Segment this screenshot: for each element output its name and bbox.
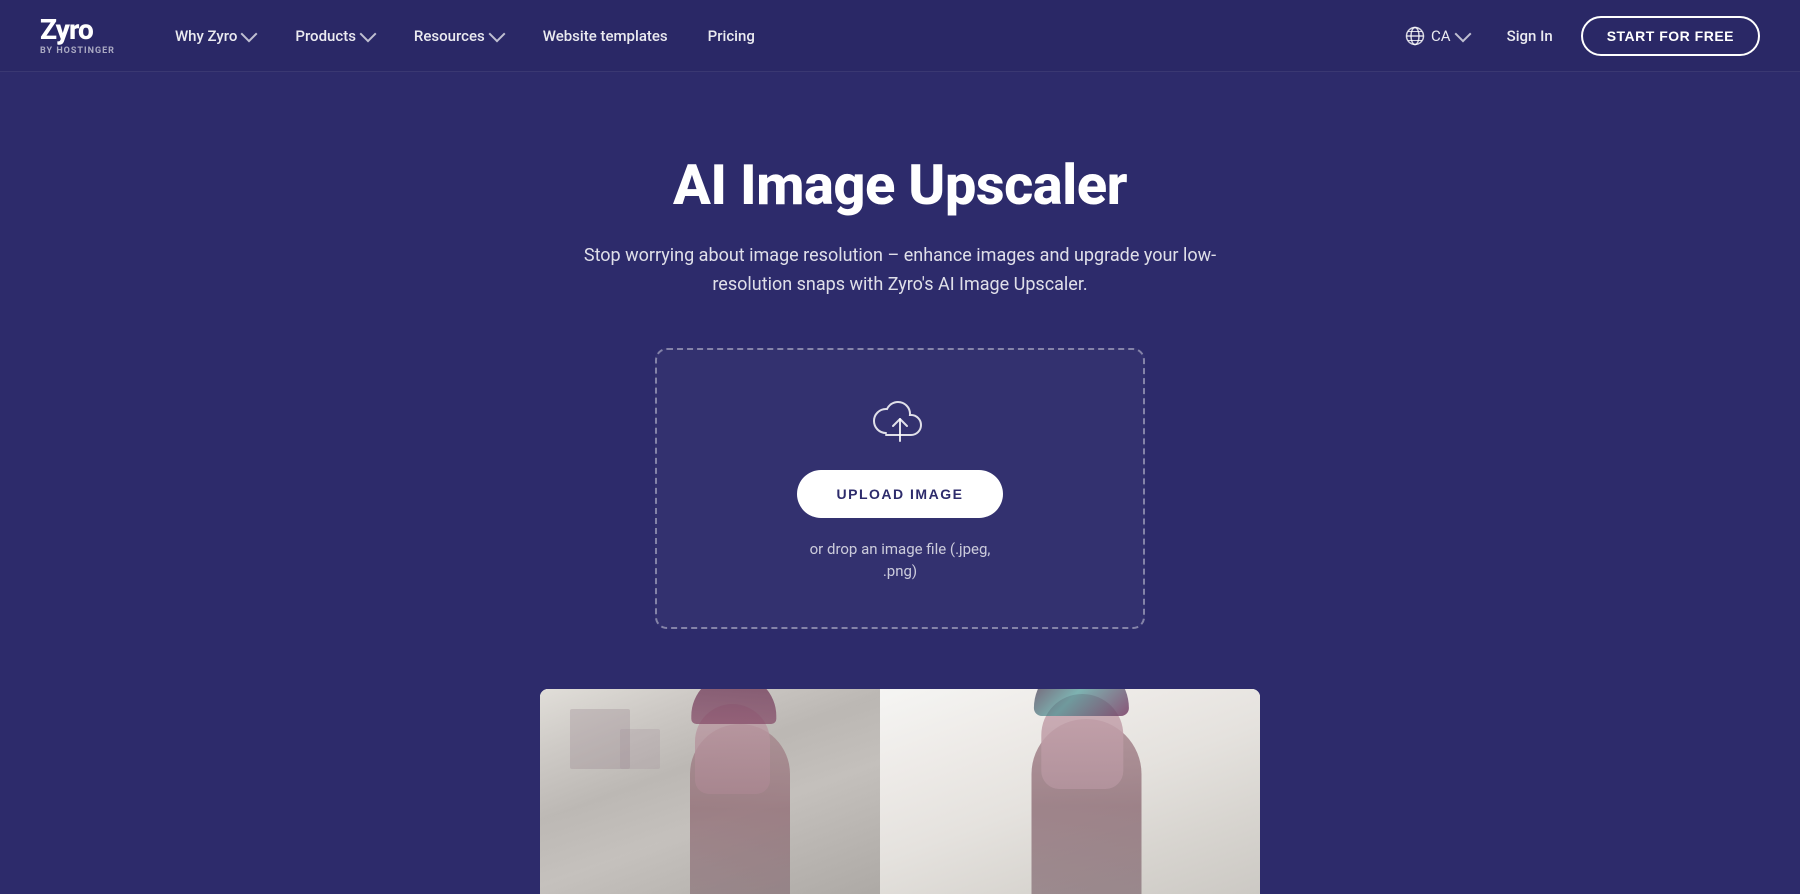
- upload-cloud-icon: [872, 394, 928, 450]
- nav-item-why-zyro[interactable]: Why Zyro: [155, 0, 275, 72]
- chevron-down-icon: [241, 26, 258, 43]
- nav-item-products[interactable]: Products: [275, 0, 394, 72]
- navbar: Zyro BY HOSTINGER Why Zyro Products Reso…: [0, 0, 1800, 72]
- upload-hint: or drop an image file (.jpeg, .png): [810, 538, 991, 583]
- chevron-down-icon: [1454, 26, 1471, 43]
- upload-image-button[interactable]: UPLOAD IMAGE: [797, 470, 1004, 518]
- hero-title: AI Image Upscaler: [673, 152, 1127, 218]
- start-for-free-button[interactable]: START FOR FREE: [1581, 16, 1760, 56]
- chevron-down-icon: [359, 26, 376, 43]
- nav-item-resources[interactable]: Resources: [394, 0, 523, 72]
- nav-item-pricing[interactable]: Pricing: [688, 0, 775, 72]
- preview-image: [540, 689, 1260, 894]
- preview-after: [880, 689, 1260, 894]
- logo[interactable]: Zyro BY HOSTINGER: [40, 16, 115, 56]
- hero-subtitle: Stop worrying about image resolution – e…: [560, 242, 1240, 300]
- nav-right: CA Sign In START FOR FREE: [1395, 16, 1760, 56]
- main-content: AI Image Upscaler Stop worrying about im…: [0, 72, 1800, 894]
- nav-item-website-templates[interactable]: Website templates: [523, 0, 688, 72]
- logo-subtitle: BY HOSTINGER: [40, 46, 115, 56]
- nav-links: Why Zyro Products Resources Website temp…: [155, 0, 1395, 72]
- preview-before: [540, 689, 880, 894]
- globe-icon: [1405, 26, 1425, 46]
- chevron-down-icon: [488, 26, 505, 43]
- logo-name: Zyro: [40, 16, 93, 44]
- locale-selector[interactable]: CA: [1395, 20, 1479, 52]
- upload-dropzone[interactable]: UPLOAD IMAGE or drop an image file (.jpe…: [655, 348, 1145, 629]
- preview-section: [0, 689, 1800, 894]
- signin-button[interactable]: Sign In: [1495, 21, 1565, 51]
